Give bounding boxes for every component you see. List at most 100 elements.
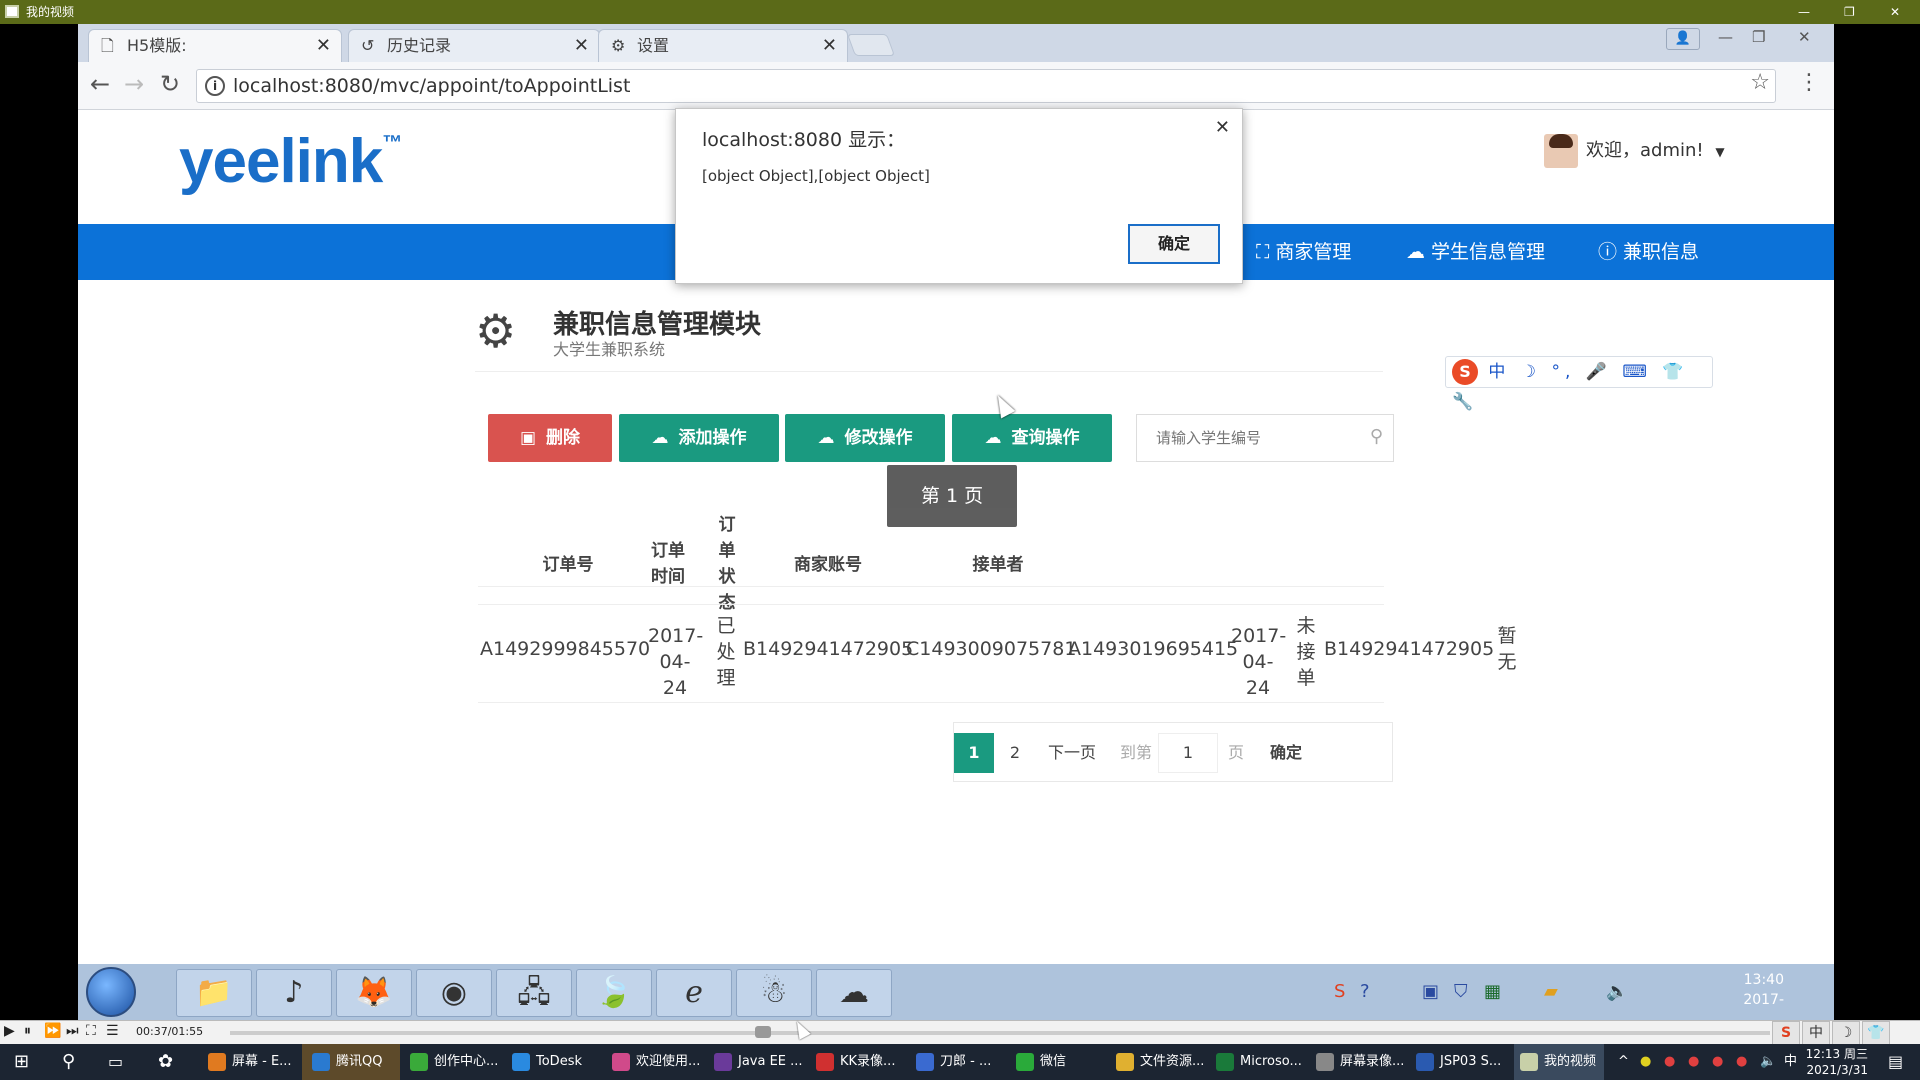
- reload-icon[interactable]: ↻: [160, 70, 180, 98]
- sogou-icon[interactable]: S: [1334, 964, 1345, 1020]
- tray-expand-icon[interactable]: ^: [1618, 1044, 1629, 1080]
- next-page-button[interactable]: 下一页: [1036, 733, 1108, 773]
- moon-icon[interactable]: ☽: [1832, 1021, 1860, 1045]
- taskbar-item[interactable]: 屏幕 - E...: [208, 1044, 292, 1080]
- fullscreen-icon[interactable]: ⛶: [86, 1023, 96, 1039]
- ime-icon[interactable]: 中: [1784, 1044, 1797, 1080]
- menu-icon[interactable]: ⋮: [1798, 70, 1820, 95]
- ime-toolbar[interactable]: S 中 ☽ °, 🎤 ⌨ 👕 🔧: [1445, 356, 1713, 412]
- explorer-icon[interactable]: 📁: [176, 969, 252, 1017]
- page-2-button[interactable]: 2: [996, 733, 1034, 773]
- volume-icon[interactable]: 🔈: [1606, 964, 1628, 1020]
- taskbar-item[interactable]: Java EE ...: [714, 1044, 803, 1080]
- tab-close-icon[interactable]: ✕: [574, 30, 589, 61]
- music-player-icon[interactable]: ♪: [256, 969, 332, 1017]
- search-icon[interactable]: ⚲: [62, 1044, 75, 1080]
- cloud-icon: ☁: [651, 428, 669, 448]
- close-icon[interactable]: ✕: [1215, 117, 1230, 138]
- page-1-button[interactable]: 1: [954, 733, 994, 773]
- taskbar-item[interactable]: 文件资源...: [1116, 1044, 1206, 1080]
- qq-tray-icon[interactable]: ●: [1712, 1044, 1723, 1080]
- network-icon[interactable]: 🖧: [496, 969, 572, 1017]
- shirt-icon[interactable]: 👕: [1862, 1021, 1890, 1045]
- list-icon[interactable]: ☰: [106, 1023, 119, 1039]
- new-tab-button[interactable]: [846, 34, 896, 56]
- delete-label: 删除: [546, 428, 581, 448]
- forward-icon[interactable]: →: [124, 70, 144, 98]
- query-button[interactable]: ☁ 查询操作: [952, 414, 1112, 462]
- taskbar-item[interactable]: 微信: [1016, 1044, 1086, 1080]
- ie-icon[interactable]: ℯ: [656, 969, 732, 1017]
- shield-icon[interactable]: ⛉: [1454, 964, 1468, 1020]
- close-icon[interactable]: ✕: [1798, 28, 1811, 46]
- taskbar-item[interactable]: 创作中心...: [410, 1044, 498, 1080]
- tray-icon[interactable]: ●: [1640, 1044, 1651, 1080]
- task-view-icon[interactable]: ▭: [108, 1044, 123, 1080]
- volume-icon[interactable]: 🔈: [1760, 1044, 1776, 1080]
- taskbar-item[interactable]: JSP03 S...: [1416, 1044, 1506, 1080]
- info-icon[interactable]: i: [205, 76, 225, 96]
- search-icon[interactable]: ⚲: [1370, 426, 1383, 447]
- start-button[interactable]: [86, 967, 136, 1017]
- help-icon[interactable]: ?: [1360, 964, 1370, 1020]
- taskbar-label: 微信: [1040, 1054, 1067, 1069]
- edit-button[interactable]: ☁ 修改操作: [785, 414, 945, 462]
- taskbar-item[interactable]: 屏幕录像...: [1316, 1044, 1410, 1080]
- host-clock[interactable]: 12:13 周三 2021/3/31: [1806, 1046, 1868, 1078]
- taskbar-item[interactable]: Microso...: [1216, 1044, 1306, 1080]
- app-icon[interactable]: ▦: [1484, 964, 1501, 1020]
- taskbar-item-active[interactable]: 我的视频: [1514, 1044, 1604, 1080]
- user-menu[interactable]: 欢迎，admin! ▼: [1544, 134, 1725, 169]
- minimize-icon[interactable]: —: [1798, 0, 1810, 24]
- step-icon[interactable]: ⏭: [66, 1023, 79, 1039]
- goto-confirm-button[interactable]: 确定: [1258, 733, 1314, 773]
- spring-tool-icon[interactable]: 🍃: [576, 969, 652, 1017]
- qq-tray-icon[interactable]: ●: [1664, 1044, 1675, 1080]
- ok-button[interactable]: 确定: [1128, 224, 1220, 264]
- bookmark-star-icon[interactable]: ☆: [1750, 70, 1770, 95]
- back-icon[interactable]: ←: [90, 70, 110, 98]
- restore-icon[interactable]: ❐: [1844, 0, 1855, 24]
- taskbar-label: 我的视频: [1544, 1054, 1597, 1069]
- restore-icon[interactable]: ❐: [1752, 28, 1765, 46]
- taskbar-item[interactable]: KK录像...: [816, 1044, 896, 1080]
- play-icon[interactable]: ▶: [4, 1023, 15, 1039]
- qq-tray-icon[interactable]: ●: [1688, 1044, 1699, 1080]
- taskbar-item[interactable]: 欢迎使用...: [612, 1044, 700, 1080]
- app-icon[interactable]: ☁: [816, 969, 892, 1017]
- tab-settings[interactable]: ⚙ 设置 ✕: [598, 29, 848, 62]
- nav-merchant[interactable]: ⛶ 商家管理: [1256, 224, 1351, 280]
- ime-chinese-icon[interactable]: 中: [1802, 1021, 1830, 1045]
- user-icon[interactable]: 👤: [1666, 28, 1700, 50]
- app-icon[interactable]: ☃: [736, 969, 812, 1017]
- taskbar-item[interactable]: 刀郎 - ...: [916, 1044, 996, 1080]
- progress-bar[interactable]: [230, 1031, 1770, 1035]
- sogou-icon[interactable]: S: [1772, 1021, 1800, 1045]
- tab-history[interactable]: ↺ 历史记录 ✕: [348, 29, 600, 62]
- firefox-icon[interactable]: 🦊: [336, 969, 412, 1017]
- tab-close-icon[interactable]: ✕: [316, 30, 331, 61]
- delete-button[interactable]: ▣ 删除: [488, 414, 612, 462]
- url-field[interactable]: i localhost:8080/mvc/appoint/toAppointLi…: [196, 69, 1776, 103]
- taskbar-item[interactable]: ToDesk: [512, 1044, 592, 1080]
- qq-tray-icon[interactable]: ●: [1736, 1044, 1747, 1080]
- folder-icon[interactable]: ▰: [1544, 964, 1558, 1020]
- close-icon[interactable]: ✕: [1890, 0, 1900, 24]
- notification-icon[interactable]: ▤: [1888, 1044, 1903, 1080]
- nav-student[interactable]: ☁ 学生信息管理: [1406, 224, 1545, 280]
- chrome-icon[interactable]: ◉: [416, 969, 492, 1017]
- app-icon[interactable]: ✿: [158, 1044, 173, 1080]
- tab-close-icon[interactable]: ✕: [822, 30, 837, 61]
- pause-icon[interactable]: ⏸: [24, 1023, 31, 1039]
- add-button[interactable]: ☁ 添加操作: [619, 414, 779, 462]
- minimize-icon[interactable]: —: [1718, 28, 1733, 46]
- tab-h5[interactable]: 🗋 H5模版: ✕: [88, 29, 342, 62]
- progress-thumb[interactable]: [755, 1026, 771, 1038]
- sogou-icon[interactable]: S: [1452, 359, 1478, 385]
- search-input[interactable]: [1138, 416, 1348, 460]
- fast-forward-icon[interactable]: ⏩: [44, 1023, 61, 1039]
- nav-parttime[interactable]: ⓘ 兼职信息: [1598, 224, 1699, 280]
- windows-start-icon[interactable]: ⊞: [14, 1044, 29, 1080]
- taskbar-item[interactable]: 腾讯QQ: [302, 1044, 400, 1080]
- network-icon[interactable]: ▣: [1422, 964, 1439, 1020]
